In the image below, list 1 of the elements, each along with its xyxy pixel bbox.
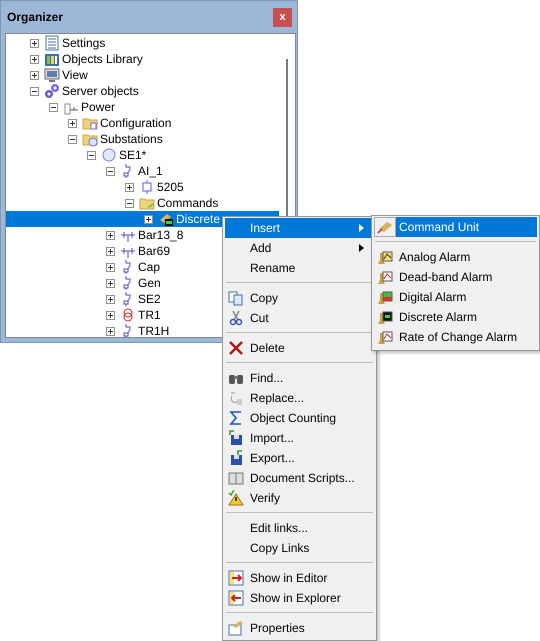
window-title: Organizer <box>7 10 64 24</box>
